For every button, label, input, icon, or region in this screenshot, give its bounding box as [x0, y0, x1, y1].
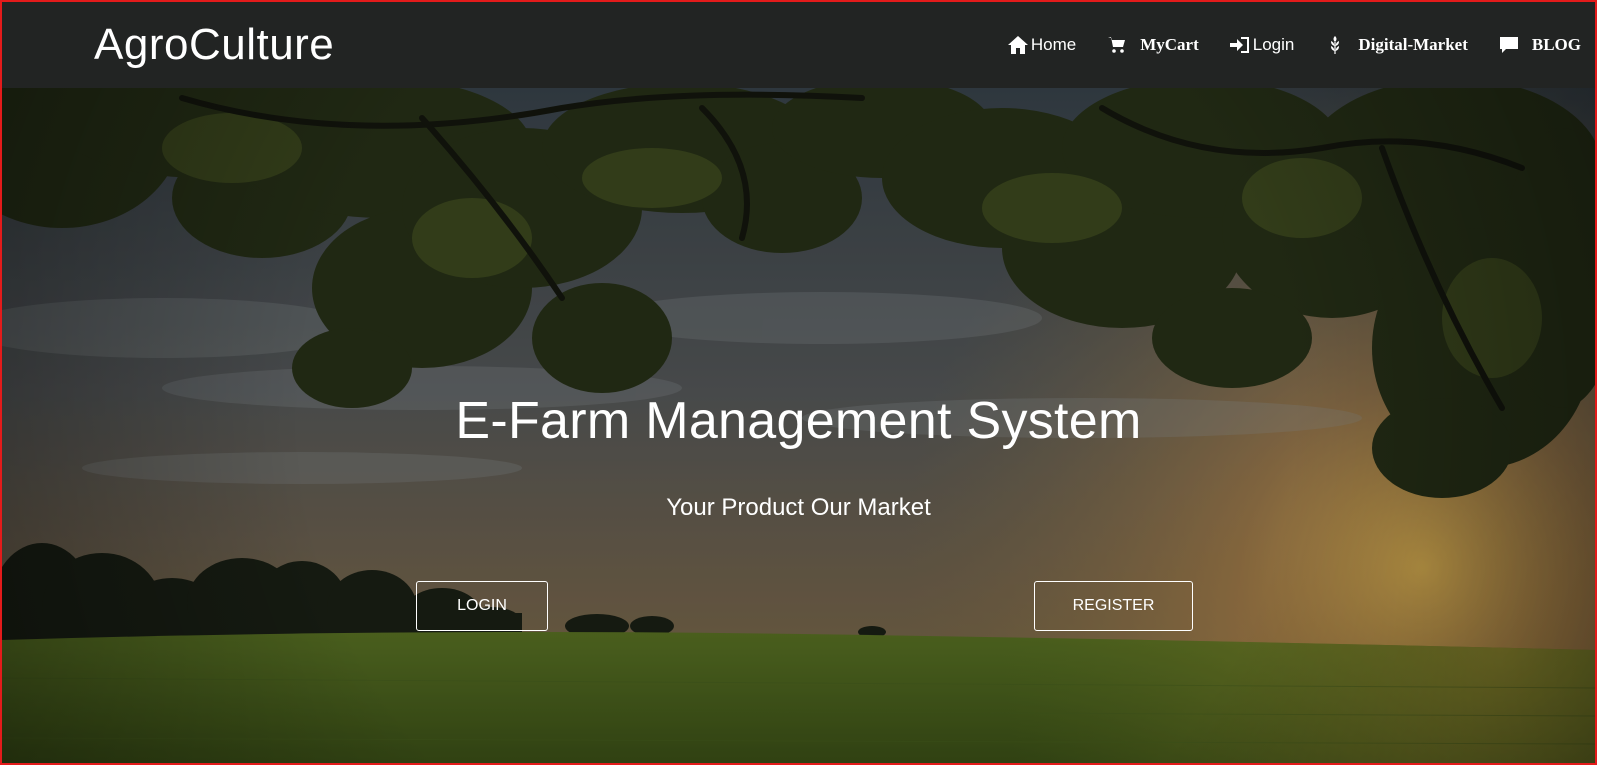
brand-logo[interactable]: AgroCulture — [94, 18, 334, 72]
nav-item-home-label: Home — [1030, 35, 1077, 54]
nav-item-blog[interactable]: BLOG — [1498, 35, 1581, 55]
nav-menu: Home MyCart Login Digital-Market BLOG — [977, 2, 1581, 88]
nav-item-login-label: Login — [1252, 35, 1295, 54]
hero-section: E-Farm Management System Your Product Ou… — [2, 88, 1595, 763]
nav-item-digital-market-label: Digital-Market — [1358, 35, 1468, 54]
navbar: AgroCulture Home MyCart Login Digital-Ma… — [2, 2, 1595, 88]
nav-item-digital-market[interactable]: Digital-Market — [1324, 35, 1468, 55]
login-button[interactable]: LOGIN — [416, 581, 548, 631]
cart-icon — [1106, 35, 1128, 55]
nav-item-mycart-label: MyCart — [1140, 35, 1199, 54]
browser-viewport: AgroCulture Home MyCart Login Digital-Ma… — [0, 0, 1597, 765]
hero-title: E-Farm Management System — [455, 392, 1142, 450]
nav-item-mycart[interactable]: MyCart — [1106, 35, 1199, 55]
nav-item-blog-label: BLOG — [1531, 35, 1581, 54]
register-button[interactable]: REGISTER — [1034, 581, 1193, 631]
nav-item-home[interactable]: Home — [1007, 35, 1076, 55]
grain-icon — [1324, 35, 1346, 55]
home-icon — [1007, 35, 1029, 55]
nav-item-login[interactable]: Login — [1229, 35, 1295, 55]
login-icon — [1229, 35, 1251, 55]
hero-subtitle: Your Product Our Market — [666, 494, 931, 521]
comment-icon — [1498, 35, 1520, 55]
